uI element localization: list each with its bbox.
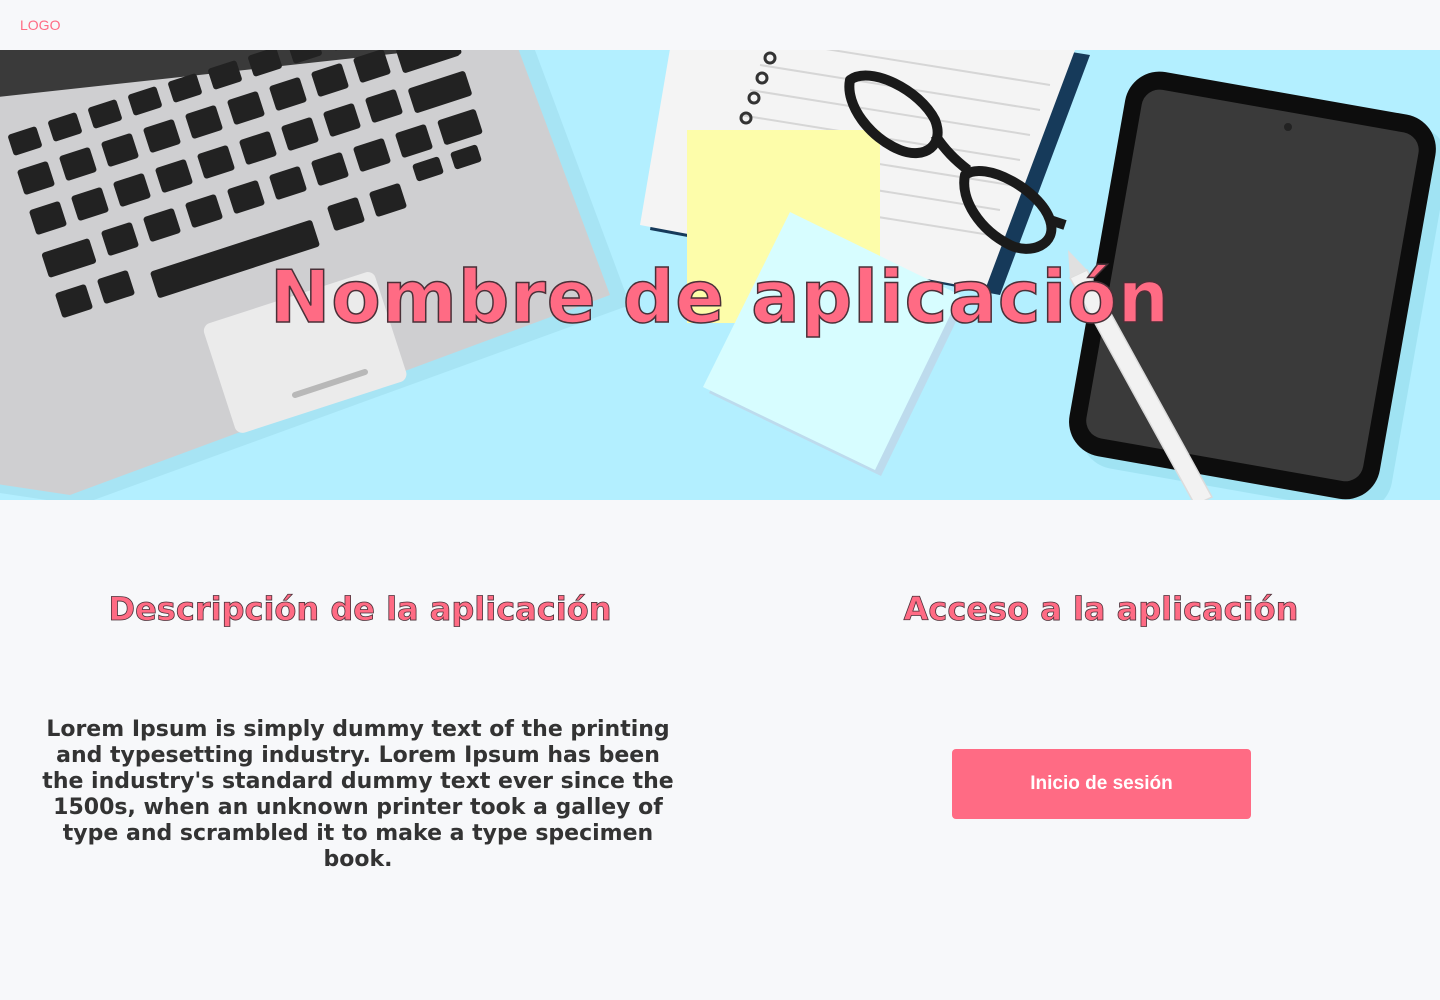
description-heading: Descripción de la aplicación: [108, 590, 612, 629]
login-button[interactable]: Inicio de sesión: [952, 749, 1251, 819]
description-text: Lorem Ipsum is simply dummy text of the …: [42, 717, 674, 872]
access-heading: Acceso a la aplicación: [903, 590, 1299, 629]
app-name-title: Nombre de aplicación: [269, 254, 1170, 340]
hero-banner: Nombre de aplicación: [0, 50, 1440, 500]
logo[interactable]: LOGO: [20, 17, 60, 33]
top-bar: LOGO: [0, 0, 1440, 50]
